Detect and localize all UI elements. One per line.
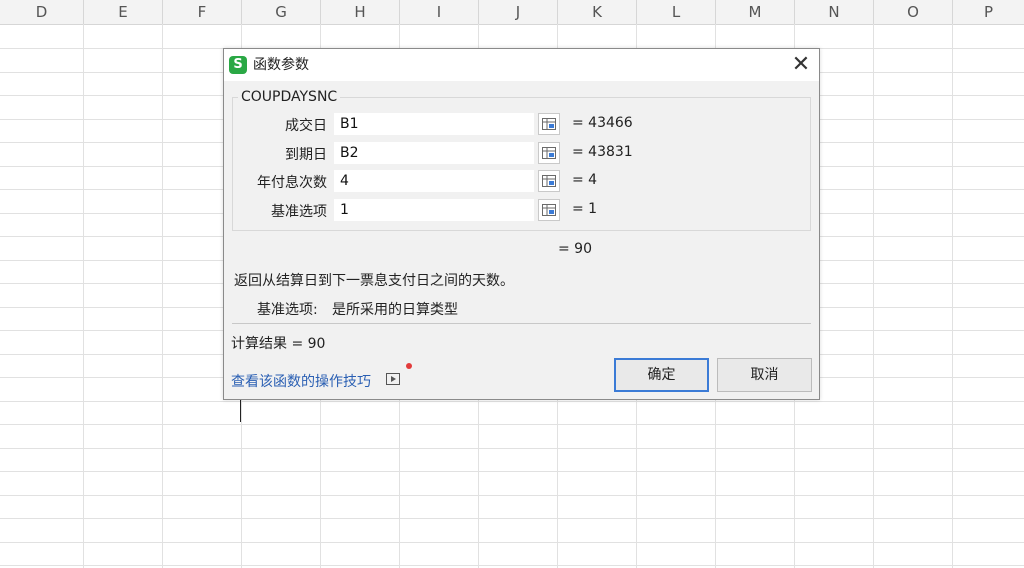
column-header-p[interactable]: P [953, 0, 1024, 24]
param-label-maturity: 到期日 [285, 147, 327, 163]
cancel-button[interactable]: 取消 [717, 358, 812, 392]
column-gridline [873, 24, 874, 568]
column-header-g[interactable]: G [242, 0, 321, 24]
function-description: 返回从结算日到下一票息支付日之间的天数。 [234, 273, 514, 289]
param-label-basis: 基准选项 [271, 204, 327, 220]
column-gridline [83, 24, 84, 568]
formula-value: = 90 [558, 241, 592, 257]
maturity-input[interactable]: B2 [334, 142, 534, 164]
column-header-i[interactable]: I [400, 0, 479, 24]
row-gridline [0, 471, 1024, 472]
column-header-e[interactable]: E [84, 0, 163, 24]
function-tips-link[interactable]: 查看该函数的操作技巧 [231, 371, 371, 391]
row-gridline [0, 424, 1024, 425]
function-arguments-dialog: S 函数参数 ✕ 成交日 B1 = 43466 到期日 B2 = 43831 年… [223, 48, 820, 400]
dialog-title: 函数参数 [253, 57, 309, 73]
column-gridline [952, 24, 953, 568]
row-gridline [0, 401, 1024, 402]
ok-button[interactable]: 确定 [614, 358, 709, 392]
frequency-input[interactable]: 4 [334, 170, 534, 192]
arguments-group: 成交日 B1 = 43466 到期日 B2 = 43831 年付息次数 4 = … [232, 97, 811, 231]
param-result-basis: = 1 [572, 201, 598, 217]
cell-reference-icon[interactable] [538, 113, 560, 135]
cell-reference-icon[interactable] [538, 142, 560, 164]
argument-help-label: 基准选项: [257, 302, 318, 318]
argument-help-text: 是所采用的日算类型 [332, 302, 458, 318]
row-gridline [0, 448, 1024, 449]
row-gridline [0, 518, 1024, 519]
param-result-maturity: = 43831 [572, 144, 633, 160]
row-gridline [0, 495, 1024, 496]
column-header-m[interactable]: M [716, 0, 795, 24]
row-gridline [0, 565, 1024, 566]
column-header-l[interactable]: L [637, 0, 716, 24]
notification-dot-icon [406, 363, 412, 369]
close-button[interactable]: ✕ [787, 51, 815, 79]
row-gridline [0, 542, 1024, 543]
spreadsheet-app-icon: S [229, 56, 247, 74]
column-header-k[interactable]: K [558, 0, 637, 24]
calculation-result: 计算结果 = 90 [231, 336, 326, 352]
column-gridline [162, 24, 163, 568]
basis-input[interactable]: 1 [334, 199, 534, 221]
dialog-titlebar[interactable]: S 函数参数 ✕ [224, 49, 819, 81]
param-result-settlement: = 43466 [572, 115, 633, 131]
video-play-icon[interactable] [386, 373, 400, 385]
divider [232, 323, 811, 324]
param-result-frequency: = 4 [572, 172, 598, 188]
column-header-d[interactable]: D [0, 0, 84, 24]
column-header-f[interactable]: F [163, 0, 242, 24]
column-header-j[interactable]: J [479, 0, 558, 24]
cell-reference-icon[interactable] [538, 199, 560, 221]
function-name: COUPDAYSNC [238, 89, 341, 105]
text-cursor [240, 400, 241, 422]
column-header-n[interactable]: N [795, 0, 874, 24]
column-header-o[interactable]: O [874, 0, 953, 24]
param-label-settlement: 成交日 [285, 118, 327, 134]
cell-reference-icon[interactable] [538, 170, 560, 192]
column-header-h[interactable]: H [321, 0, 400, 24]
column-header-bar: D E F G H I J K L M N O P [0, 0, 1024, 25]
settlement-input[interactable]: B1 [334, 113, 534, 135]
param-label-frequency: 年付息次数 [257, 175, 327, 191]
